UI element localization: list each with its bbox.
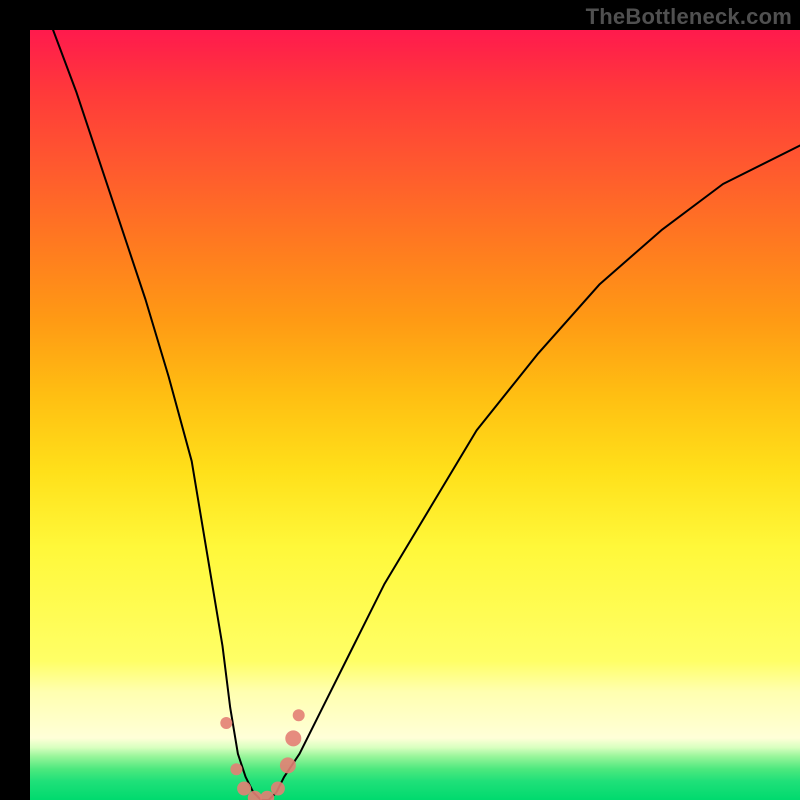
bottleneck-curve: [53, 30, 800, 800]
curve-marker: [230, 763, 242, 775]
plot-area: [30, 30, 800, 800]
curve-marker: [237, 782, 251, 796]
bottleneck-curve-svg: [30, 30, 800, 800]
curve-marker: [285, 730, 301, 746]
attribution-label: TheBottleneck.com: [586, 4, 792, 30]
curve-marker: [280, 757, 296, 773]
curve-marker: [293, 709, 305, 721]
curve-marker: [220, 717, 232, 729]
curve-marker: [271, 782, 285, 796]
chart-frame: TheBottleneck.com: [0, 0, 800, 800]
